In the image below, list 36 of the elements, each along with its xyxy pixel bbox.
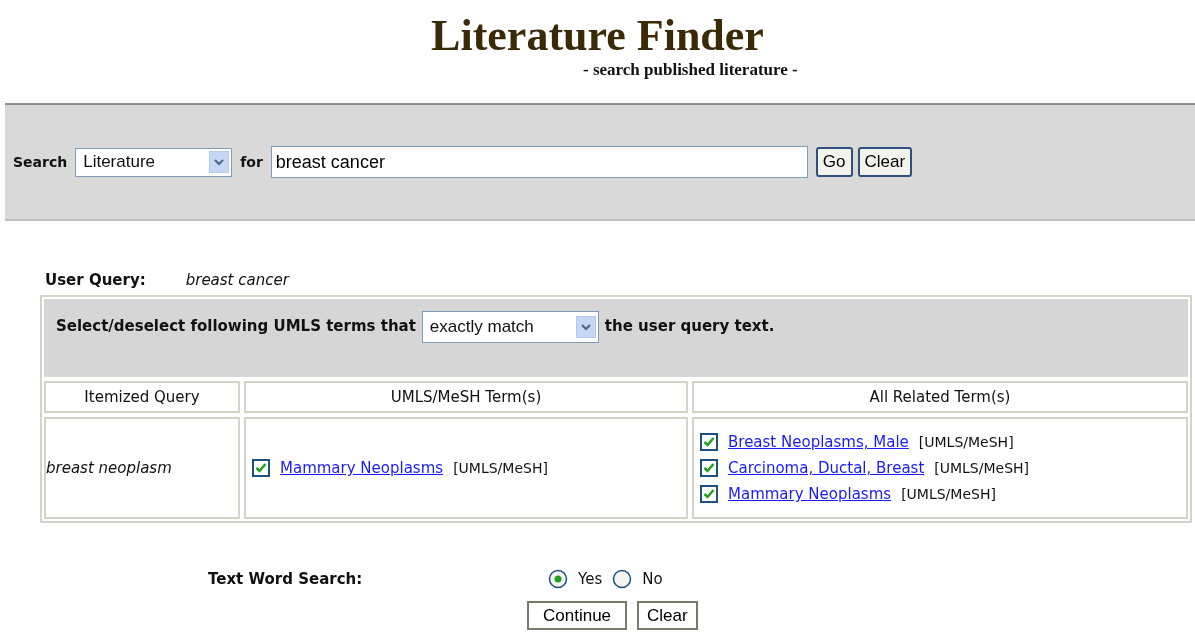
instruction-text: Select/deselect following UMLS terms that	[56, 317, 416, 335]
clear-button[interactable]: Clear	[637, 601, 698, 630]
term-link[interactable]: Carcinoma, Ductal, Breast	[728, 459, 925, 477]
checkbox[interactable]	[252, 459, 270, 477]
term-source: [UMLS/MeSH]	[934, 460, 1030, 476]
term-link[interactable]: Breast Neoplasms, Male	[728, 433, 909, 451]
itemized-query: breast neoplasm	[46, 459, 173, 477]
user-query-label: User Query:	[45, 271, 146, 289]
for-label: for	[240, 154, 263, 170]
page-subtitle: - search published literature -	[583, 60, 798, 80]
term-source: [UMLS/MeSH]	[453, 460, 548, 476]
radio-button[interactable]	[612, 569, 633, 589]
text-word-search-label: Text Word Search:	[208, 570, 364, 588]
user-query-value: breast cancer	[185, 271, 289, 289]
column-header: All Related Term(s)	[692, 381, 1188, 413]
column-header: UMLS/MeSH Term(s)	[244, 381, 688, 413]
source-dropdown[interactable]: Literature	[75, 147, 233, 177]
page-title: Literature Finder	[431, 12, 764, 60]
clear-button[interactable]: Clear	[857, 147, 913, 177]
radio-button[interactable]	[548, 569, 568, 589]
column-header: Itemized Query	[44, 381, 240, 413]
term-source: [UMLS/MeSH]	[901, 486, 996, 502]
search-label: Search	[13, 154, 68, 170]
term-link[interactable]: Mammary Neoplasms	[280, 459, 444, 477]
checkbox[interactable]	[700, 485, 718, 503]
term-link[interactable]: Mammary Neoplasms	[728, 485, 892, 503]
radio-label: No	[642, 570, 663, 588]
match-mode-dropdown[interactable]: exactly match	[421, 311, 599, 343]
radio-label: Yes	[578, 570, 603, 588]
checkbox[interactable]	[700, 433, 718, 451]
search-field[interactable]: breast cancer	[270, 146, 808, 178]
continue-button[interactable]: Continue	[527, 601, 628, 630]
go-button[interactable]: Go	[815, 147, 853, 177]
checkbox[interactable]	[700, 459, 718, 477]
term-source: [UMLS/MeSH]	[918, 434, 1014, 450]
instruction-text: the user query text.	[604, 317, 775, 335]
